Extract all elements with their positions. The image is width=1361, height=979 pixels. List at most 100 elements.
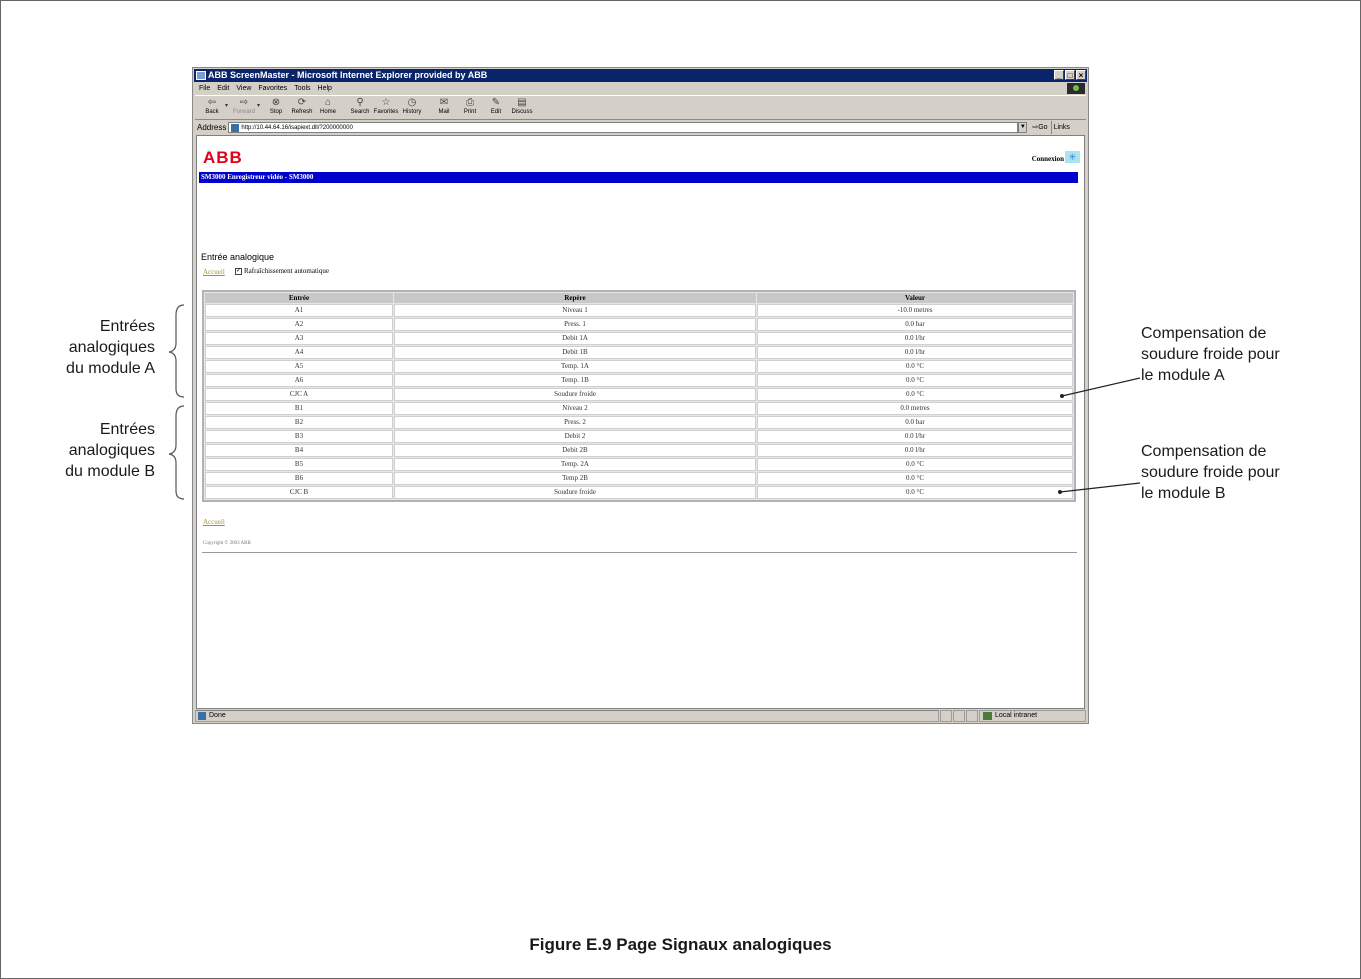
page-icon — [231, 124, 240, 132]
menu-tools[interactable]: Tools — [294, 83, 310, 94]
module-a-inputs-label: Entrées analogiques du module A — [66, 318, 155, 377]
menu-edit[interactable]: Edit — [217, 83, 229, 94]
cell-entree: CJC A — [205, 388, 393, 401]
edit-button[interactable]: ✎ Edit — [483, 96, 509, 116]
connexion-link[interactable]: Connexion — [1032, 155, 1064, 163]
discuss-icon: ▤ — [517, 97, 527, 108]
table-row: A3 Debit 1A 0.0 l/hr — [205, 332, 1073, 345]
cell-repere: Niveau 1 — [394, 304, 756, 317]
cell-entree: A6 — [205, 374, 393, 387]
cell-entree: B2 — [205, 416, 393, 429]
search-icon: ⚲ — [356, 97, 364, 108]
cell-valeur: 0.0 °C — [757, 360, 1073, 373]
print-button[interactable]: ⎙ Print — [457, 96, 483, 116]
cell-entree: A3 — [205, 332, 393, 345]
cell-repere: Debit 1A — [394, 332, 756, 345]
abb-logo: ABB — [203, 148, 243, 167]
cell-valeur: 0.0 bar — [757, 318, 1073, 331]
table-row: A1 Niveau 1 -10.0 metres — [205, 304, 1073, 317]
status-bar: Done Local intranet — [195, 709, 1086, 722]
module-b-brace — [168, 405, 185, 500]
home-button[interactable]: ⌂ Home — [315, 96, 341, 116]
standard-toolbar: ⇦ Back ▾ ⇨ Forward ▾ ⊗ Stop ⟳ Refresh ⌂ … — [195, 95, 1086, 120]
cell-valeur: 0.0 l/hr — [757, 444, 1073, 457]
zone-text: Local intranet — [995, 712, 1038, 719]
cjc-module-a-label: Compensation de soudure froide pour le m… — [1141, 325, 1280, 384]
close-button[interactable]: × — [1076, 70, 1086, 80]
table-row: A6 Temp. 1B 0.0 °C — [205, 374, 1073, 387]
page-viewport: ABB Connexion ✳ SM3000 Enregistreur vidé… — [196, 135, 1085, 709]
favorites-button[interactable]: ☆ Favorites — [373, 96, 399, 116]
figure-caption: Figure E.9 Page Signaux analogiques — [529, 935, 832, 954]
table-row: B2 Press. 2 0.0 bar — [205, 416, 1073, 429]
browser-window: ABB ScreenMaster - Microsoft Internet Ex… — [192, 67, 1089, 724]
module-a-brace — [168, 304, 185, 398]
menu-view[interactable]: View — [236, 83, 251, 94]
table-row: B3 Debit 2 0.0 l/hr — [205, 430, 1073, 443]
ie-throbber-icon — [1067, 83, 1085, 94]
maximize-button[interactable]: □ — [1065, 70, 1075, 80]
address-dropdown-icon[interactable]: ▼ — [1018, 122, 1028, 133]
cell-repere: Debit 2B — [394, 444, 756, 457]
menu-favorites[interactable]: Favorites — [258, 83, 287, 94]
cell-entree: A1 — [205, 304, 393, 317]
status-text: Done — [209, 712, 226, 719]
menu-help[interactable]: Help — [318, 83, 332, 94]
cell-entree: B6 — [205, 472, 393, 485]
go-button[interactable]: ⇨Go — [1027, 121, 1050, 134]
page-title-bar: SM3000 Enregistreur vidéo - SM3000 — [199, 172, 1078, 183]
history-button[interactable]: ◷ History — [399, 96, 425, 116]
auto-refresh-option[interactable]: ✓ Rafraîchissement automatique — [235, 267, 329, 275]
cjc-module-b-leader — [1058, 482, 1141, 494]
cell-valeur: 0.0 l/hr — [757, 346, 1073, 359]
accueil-link-top[interactable]: Accueil — [203, 268, 225, 276]
mail-button[interactable]: ✉ Mail — [431, 96, 457, 116]
auto-refresh-checkbox[interactable]: ✓ — [235, 267, 242, 275]
cell-valeur: 0.0 °C — [757, 374, 1073, 387]
search-button[interactable]: ⚲ Search — [347, 96, 373, 116]
cell-entree: B3 — [205, 430, 393, 443]
cell-repere: Debit 1B — [394, 346, 756, 359]
links-button[interactable]: Links — [1050, 121, 1072, 134]
cell-repere: Soudure froide — [394, 388, 756, 401]
refresh-button[interactable]: ⟳ Refresh — [289, 96, 315, 116]
cell-repere: Temp. 1B — [394, 374, 756, 387]
connexion-icon[interactable]: ✳ — [1065, 151, 1080, 163]
forward-button[interactable]: ⇨ Forward — [231, 96, 257, 116]
stop-button[interactable]: ⊗ Stop — [263, 96, 289, 116]
table-row: CJC B Soudure froide 0.0 °C — [205, 486, 1073, 499]
refresh-icon: ⟳ — [297, 97, 307, 108]
cell-repere: Debit 2 — [394, 430, 756, 443]
cell-entree: A2 — [205, 318, 393, 331]
cell-entree: B1 — [205, 402, 393, 415]
cell-entree: B4 — [205, 444, 393, 457]
back-button[interactable]: ⇦ Back — [199, 96, 225, 116]
discuss-button[interactable]: ▤ Discuss — [509, 96, 535, 116]
status-pane — [953, 709, 965, 722]
cell-entree: A4 — [205, 346, 393, 359]
column-header-repere: Repère — [394, 293, 756, 303]
window-titlebar[interactable]: ABB ScreenMaster - Microsoft Internet Ex… — [194, 69, 1087, 82]
cell-valeur: -10.0 metres — [757, 304, 1073, 317]
address-label: Address — [197, 123, 227, 132]
module-b-inputs-label: Entrées analogiques du module B — [65, 421, 155, 480]
forward-arrow-icon: ⇨ — [239, 97, 249, 108]
history-icon: ◷ — [407, 97, 417, 108]
footer-divider — [202, 552, 1077, 553]
address-bar: Address http://10.44.64.16/isapiext.dll/… — [195, 121, 1086, 134]
menu-bar: File Edit View Favorites Tools Help — [195, 83, 1086, 94]
menu-file[interactable]: File — [199, 83, 210, 94]
address-input[interactable]: http://10.44.64.16/isapiext.dll/?2000000… — [228, 122, 1019, 133]
cjc-module-a-leader — [1060, 377, 1141, 398]
cell-repere: Press. 1 — [394, 318, 756, 331]
cell-entree: B5 — [205, 458, 393, 471]
status-pane — [966, 709, 978, 722]
table-row: B5 Temp. 2A 0.0 °C — [205, 458, 1073, 471]
table-row: B1 Niveau 2 0.0 metres — [205, 402, 1073, 415]
copyright-text: Copyright © 2003 ABB — [203, 541, 251, 546]
cell-valeur: 0.0 °C — [757, 472, 1073, 485]
accueil-link-bottom[interactable]: Accueil — [203, 518, 225, 526]
minimize-button[interactable]: _ — [1054, 70, 1064, 80]
cell-repere: Temp. 2A — [394, 458, 756, 471]
cell-valeur: 0.0 bar — [757, 416, 1073, 429]
